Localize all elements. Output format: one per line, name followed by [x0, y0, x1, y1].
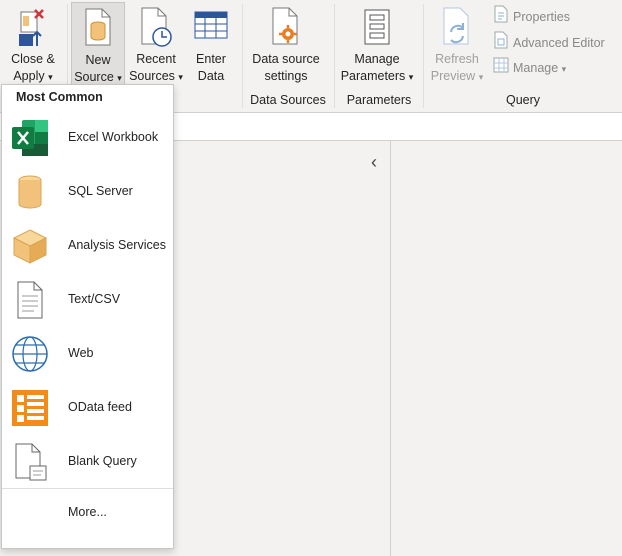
properties-icon	[493, 5, 509, 30]
menu-item-blank-query[interactable]: Blank Query	[2, 434, 173, 488]
menu-divider	[2, 488, 173, 489]
menu-item-label: Blank Query	[68, 454, 137, 468]
blank-query-icon	[10, 442, 50, 482]
menu-item-more[interactable]: More...	[68, 505, 107, 519]
data-source-settings-button[interactable]: Data source settings	[246, 2, 326, 86]
menu-item-odata-feed[interactable]: OData feed	[2, 380, 173, 434]
advanced-editor-label: Advanced Editor	[513, 35, 605, 50]
group-label-parameters: Parameters	[346, 93, 412, 107]
menu-item-text-csv[interactable]: Text/CSV	[2, 272, 173, 326]
globe-icon	[10, 334, 50, 374]
menu-item-label: SQL Server	[68, 184, 133, 198]
refresh-icon	[441, 6, 473, 51]
separator	[242, 4, 243, 108]
refresh-preview-button[interactable]: Refresh Preview ▾	[427, 2, 487, 86]
chevron-down-icon: ▾	[561, 64, 567, 74]
menu-item-label: Text/CSV	[68, 292, 121, 306]
menu-item-analysis-services[interactable]: Analysis Services	[2, 218, 173, 272]
parameters-icon	[362, 6, 392, 51]
menu-item-label: Web	[68, 346, 94, 360]
recent-sources-label-1: Recent	[136, 52, 176, 66]
new-source-menu: Most Common Excel Workbook SQL Server An…	[1, 84, 174, 549]
menu-item-label: Excel Workbook	[68, 130, 159, 144]
table-icon	[193, 6, 229, 45]
data-source-settings-label-2: settings	[264, 69, 308, 83]
refresh-preview-label-2: Preview ▾	[430, 69, 484, 83]
manage-parameters-button[interactable]: Manage Parameters ▾	[337, 2, 417, 86]
group-label-query: Query	[505, 93, 541, 107]
advanced-editor-icon	[493, 31, 509, 56]
menu-item-label: Analysis Services	[68, 238, 166, 252]
data-source-settings-label-1: Data source	[252, 52, 320, 66]
new-source-icon	[83, 7, 113, 50]
menu-item-label: OData feed	[68, 400, 132, 414]
close-apply-label-1: Close &	[11, 52, 55, 66]
odata-icon	[10, 388, 50, 428]
new-source-label-1: New	[85, 53, 111, 67]
enter-data-label-1: Enter	[196, 52, 226, 66]
database-icon	[10, 172, 50, 212]
manage-button[interactable]: Manage ▾	[493, 57, 566, 79]
excel-icon	[10, 118, 50, 158]
recent-sources-button[interactable]: Recent Sources ▾	[127, 2, 185, 86]
new-source-button[interactable]: New Source ▾	[71, 2, 125, 86]
close-apply-button[interactable]: Close & Apply ▾	[4, 2, 62, 86]
data-source-settings-icon	[270, 6, 302, 51]
advanced-editor-button[interactable]: Advanced Editor	[493, 31, 605, 53]
enter-data-label-2: Data	[197, 69, 225, 83]
properties-label: Properties	[513, 9, 570, 24]
close-apply-icon	[15, 6, 51, 53]
menu-item-web[interactable]: Web	[2, 326, 173, 380]
menu-header: Most Common	[16, 90, 103, 104]
group-label-data-sources: Data Sources	[250, 93, 326, 107]
menu-item-sql-server[interactable]: SQL Server	[2, 164, 173, 218]
properties-button[interactable]: Properties	[493, 5, 570, 27]
recent-sources-icon	[139, 6, 173, 51]
collapse-pane-icon[interactable]: ‹	[366, 152, 382, 172]
menu-item-excel-workbook[interactable]: Excel Workbook	[2, 110, 173, 164]
cube-icon	[10, 226, 50, 266]
separator	[334, 4, 335, 108]
manage-label: Manage	[513, 61, 559, 75]
manage-icon	[493, 57, 509, 80]
refresh-preview-label-1: Refresh	[435, 52, 479, 66]
manage-parameters-label-2: Parameters ▾	[340, 69, 414, 83]
enter-data-button[interactable]: Enter Data	[187, 2, 235, 86]
manage-parameters-label-1: Manage	[354, 52, 400, 66]
document-icon	[10, 280, 50, 320]
